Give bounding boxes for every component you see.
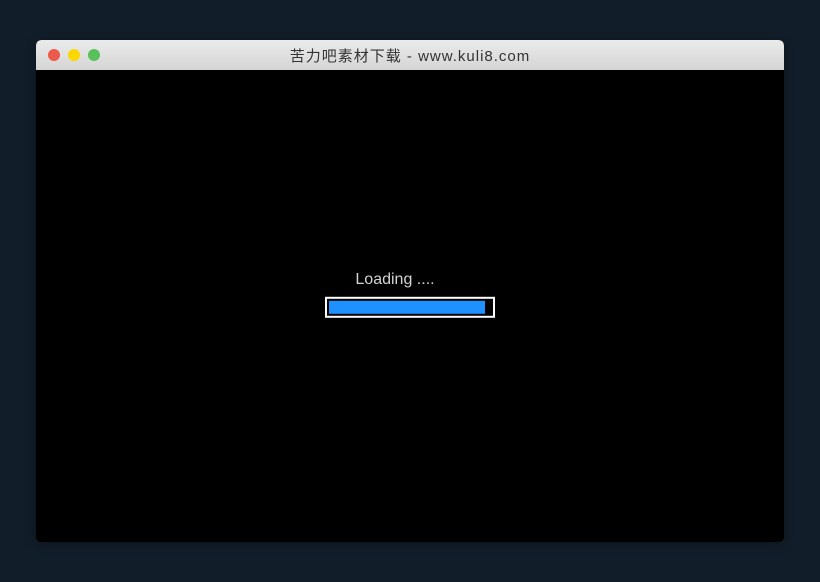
minimize-icon[interactable]: [68, 49, 80, 61]
content-area: Loading ....: [44, 70, 776, 528]
window-titlebar: 苦力吧素材下载 - www.kuli8.com: [36, 40, 784, 70]
loading-label: Loading ....: [355, 271, 434, 289]
traffic-lights: [36, 49, 100, 61]
maximize-icon[interactable]: [88, 49, 100, 61]
window-title: 苦力吧素材下载 - www.kuli8.com: [36, 45, 784, 66]
close-icon[interactable]: [48, 49, 60, 61]
loading-container: Loading ....: [325, 271, 495, 318]
app-window: 苦力吧素材下载 - www.kuli8.com Loading ....: [36, 40, 784, 542]
progress-bar: [325, 297, 495, 318]
progress-fill: [329, 301, 485, 314]
